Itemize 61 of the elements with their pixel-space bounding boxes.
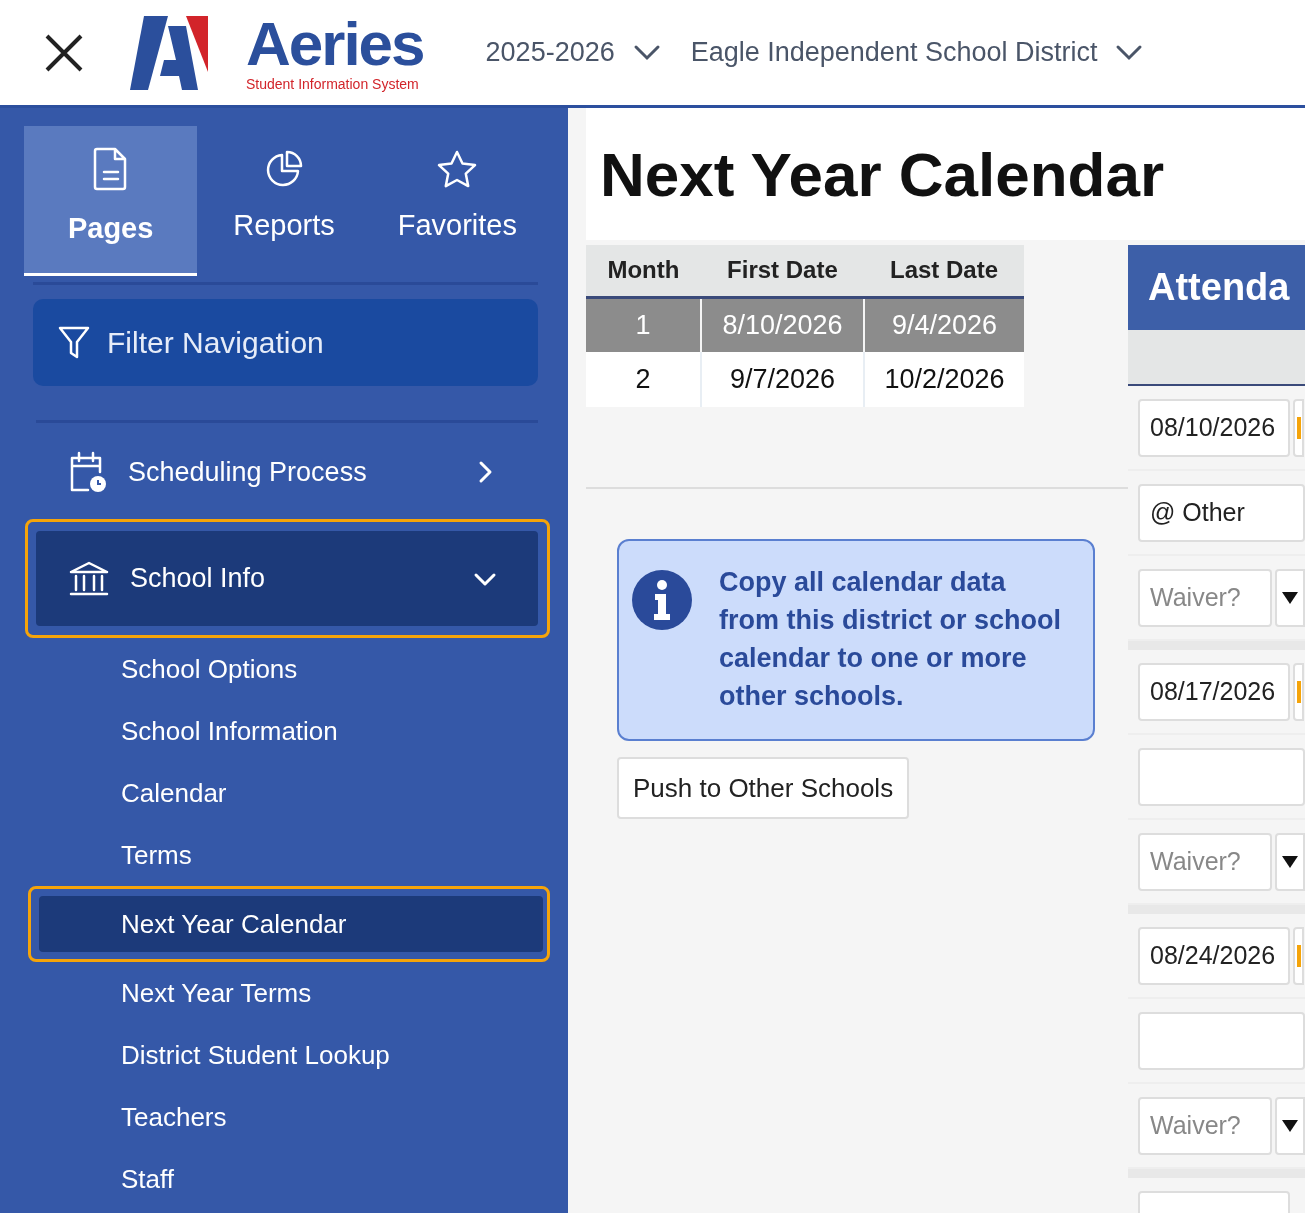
filter-field[interactable]: Filter Navigation xyxy=(33,299,538,386)
panel-title: Attenda xyxy=(1148,266,1290,309)
nav-subitem[interactable]: School Options xyxy=(39,641,543,697)
star-icon xyxy=(436,149,479,189)
dropdown-button[interactable] xyxy=(1275,568,1305,627)
date-field[interactable]: 08/24/2026 xyxy=(1138,926,1290,985)
nav-subitem[interactable]: District Student Lookup xyxy=(39,1027,543,1083)
column-header: Last Date xyxy=(864,245,1024,297)
filter-input[interactable]: Filter Navigation xyxy=(105,324,514,361)
logo-text: Aeries xyxy=(246,13,424,74)
column-header: First Date xyxy=(700,245,865,297)
nav-subitem[interactable]: School Information xyxy=(39,703,543,759)
chevron-down-icon xyxy=(1115,43,1144,62)
date-field[interactable]: 08/17/2026 xyxy=(1138,662,1290,721)
year-select[interactable]: 2025-2026 xyxy=(485,37,661,68)
note-field[interactable] xyxy=(1138,747,1305,806)
push-button[interactable]: Push to Other Schools xyxy=(617,757,910,819)
sidebar-tab[interactable]: Pages xyxy=(24,126,198,276)
nav-subitem[interactable]: Teachers xyxy=(39,1089,543,1145)
nav-subitem[interactable]: Staff xyxy=(39,1151,543,1207)
nav-subitem[interactable]: Next Year Terms xyxy=(39,965,543,1021)
calendar-edge-icon xyxy=(1296,680,1301,703)
calendar-clock-icon xyxy=(68,450,108,494)
caret-down-icon xyxy=(1282,591,1298,604)
bank-building-icon xyxy=(68,559,110,598)
calendar-edge-icon xyxy=(1296,416,1301,439)
note-field[interactable] xyxy=(1138,1011,1305,1070)
column-header: Month xyxy=(586,245,701,297)
logo-icon xyxy=(130,15,208,90)
calendar-button[interactable] xyxy=(1293,926,1304,985)
info-text: Copy all calendar data from this district or school calendar to one or more other schools. xyxy=(719,566,1063,713)
waiver-field[interactable]: Waiver? xyxy=(1138,1096,1272,1155)
chevron-down-icon xyxy=(632,43,661,62)
caret-down-icon xyxy=(1282,1119,1298,1132)
calendar-button[interactable] xyxy=(1293,662,1304,721)
dropdown-button[interactable] xyxy=(1275,832,1305,891)
waiver-field[interactable]: Waiver? xyxy=(1138,568,1272,627)
pie-chart-icon xyxy=(264,149,304,189)
table-cell[interactable]: 2 xyxy=(586,352,701,407)
nav-item[interactable]: Scheduling Process xyxy=(36,437,538,507)
logo-tagline: Student Information System xyxy=(246,75,419,92)
waiver-field[interactable]: Waiver? xyxy=(1138,832,1272,891)
note-field[interactable]: @ Other xyxy=(1138,483,1305,542)
dropdown-button[interactable] xyxy=(1275,1096,1305,1155)
nav-subitem[interactable]: Terms xyxy=(39,827,543,883)
district-select[interactable]: Eagle Independent School District xyxy=(690,37,1144,68)
filter-icon xyxy=(57,324,91,361)
nav-subitem[interactable]: Next Year Calendar xyxy=(39,896,543,952)
calendar-button[interactable] xyxy=(1293,398,1304,457)
table-cell[interactable]: 10/2/2026 xyxy=(864,352,1024,407)
info-icon xyxy=(631,569,693,631)
nav-item[interactable]: School Info xyxy=(36,531,538,626)
calendar-edge-icon xyxy=(1296,944,1301,967)
close-icon xyxy=(44,32,84,73)
nav-subitem[interactable]: Calendar xyxy=(39,765,543,821)
table-cell[interactable]: 9/7/2026 xyxy=(700,352,865,407)
caret-down-icon xyxy=(1282,855,1298,868)
page-title: Next Year Calendar xyxy=(600,138,1165,210)
sidebar-tab[interactable]: Reports xyxy=(197,126,371,276)
date-field[interactable]: 08/10/2026 xyxy=(1138,398,1290,457)
sidebar-tab[interactable]: Favorites xyxy=(370,126,544,276)
